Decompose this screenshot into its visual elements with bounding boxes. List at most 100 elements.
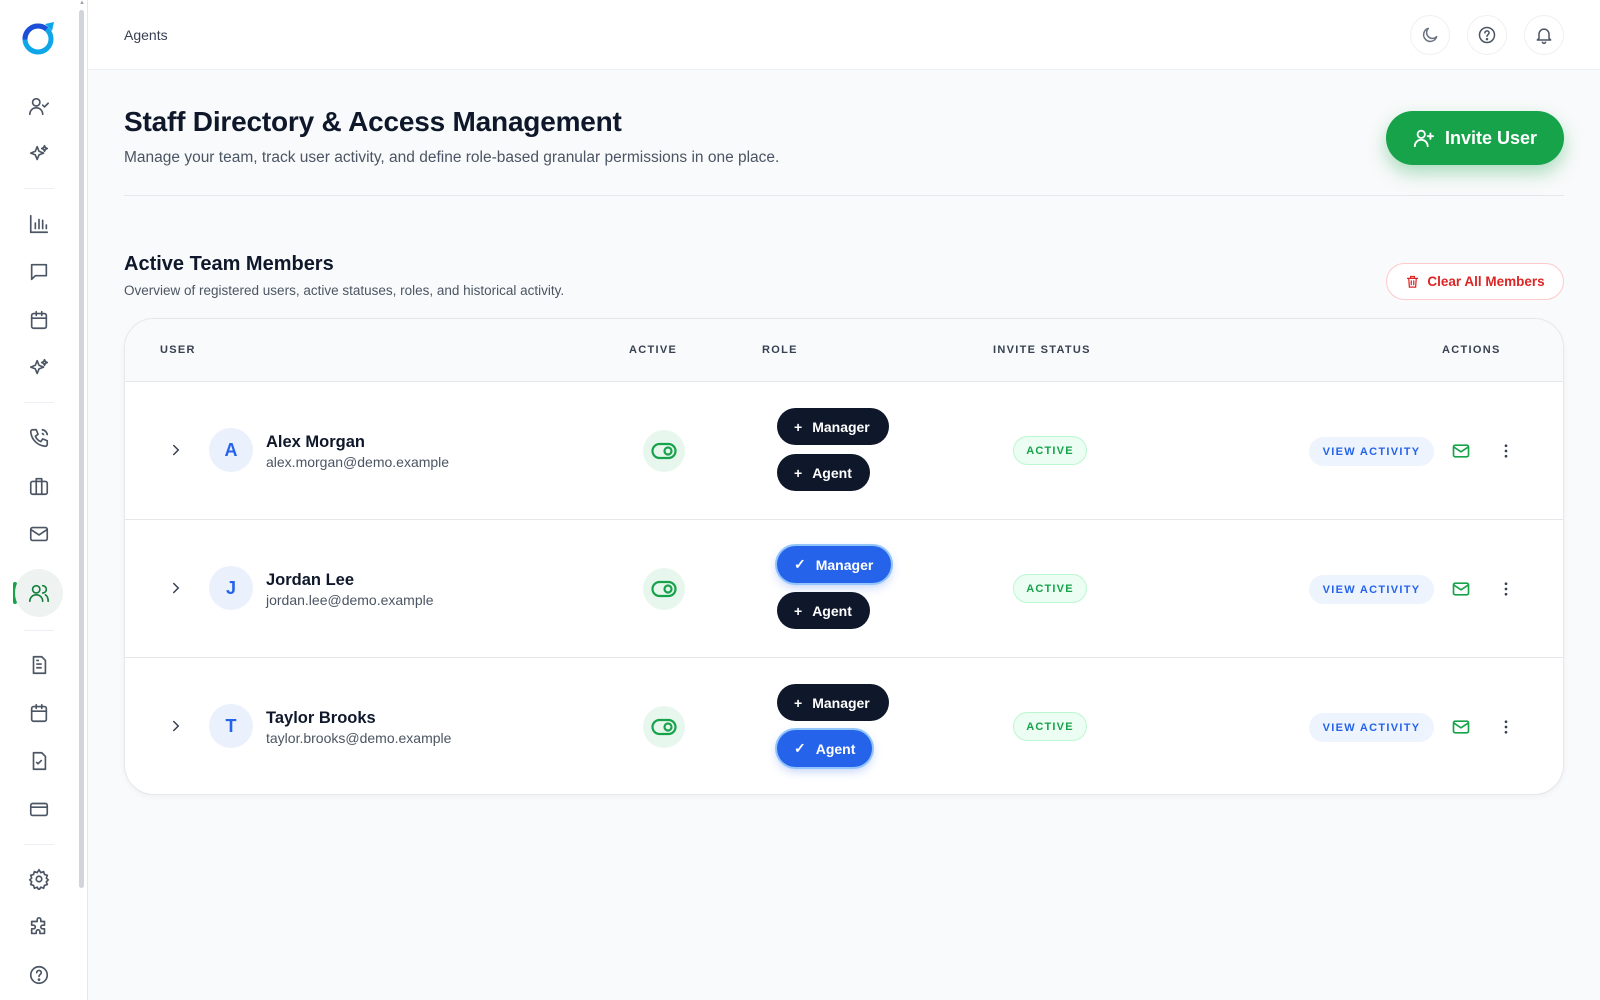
help-icon: [1478, 26, 1496, 44]
app-logo[interactable]: [18, 18, 58, 58]
section-title: Active Team Members: [124, 253, 334, 275]
theme-toggle-button[interactable]: [1410, 15, 1450, 55]
table-row[interactable]: A Alex Morgan alex.morgan@demo.example +…: [125, 382, 1563, 520]
notifications-button[interactable]: [1524, 15, 1564, 55]
trash-icon: [1407, 275, 1419, 288]
column-header-actions: ACTIONS: [1442, 344, 1501, 356]
check-icon: ✓: [794, 556, 806, 572]
status-badge: ACTIVE: [1013, 574, 1087, 603]
user-email: taylor.brooks@demo.example: [266, 730, 452, 746]
section-subtitle: Overview of registered users, active sta…: [124, 283, 565, 298]
active-toggle[interactable]: [643, 568, 685, 610]
clear-all-members-label: Clear All Members: [1427, 274, 1545, 289]
status-badge: ACTIVE: [1013, 712, 1087, 741]
sidebar-item-calendar[interactable]: [15, 296, 63, 344]
sidebar-divider: [24, 402, 54, 403]
role-label: Agent: [812, 464, 852, 481]
document-icon: [32, 655, 47, 675]
toggle-on-icon: [651, 442, 677, 460]
invite-user-button[interactable]: Invite User: [1386, 111, 1564, 165]
sidebar-item-settings[interactable]: [15, 855, 63, 903]
moon-icon: [1422, 27, 1438, 43]
sidebar-divider: [24, 630, 54, 631]
role-label: Manager: [815, 556, 874, 573]
table-row[interactable]: J Jordan Lee jordan.lee@demo.example ✓ Ma…: [125, 520, 1563, 658]
sidebar-item-automation[interactable]: [15, 344, 63, 392]
sidebar-item-analytics[interactable]: [15, 200, 63, 248]
topbar: Agents: [88, 0, 1600, 70]
more-vertical-icon: [1504, 582, 1508, 596]
table-row[interactable]: T Taylor Brooks taylor.brooks@demo.examp…: [125, 658, 1563, 794]
view-activity-button[interactable]: VIEW ACTIVITY: [1309, 575, 1434, 604]
sparkles-icon: [29, 144, 49, 161]
active-toggle[interactable]: [643, 706, 685, 748]
column-header-active: ACTIVE: [629, 344, 678, 356]
sidebar-divider: [24, 844, 54, 845]
sidebar-item-help[interactable]: [15, 951, 63, 999]
avatar: J: [209, 566, 253, 610]
user-name: Taylor Brooks: [266, 709, 376, 727]
expand-row-button[interactable]: [165, 577, 187, 599]
more-options-button[interactable]: [1495, 716, 1517, 738]
avatar: A: [209, 428, 253, 472]
column-header-user: USER: [160, 344, 196, 356]
more-options-button[interactable]: [1495, 440, 1517, 462]
user-check-icon: [29, 97, 49, 116]
expand-row-button[interactable]: [165, 715, 187, 737]
expand-row-button[interactable]: [165, 439, 187, 461]
role-agent-button[interactable]: + Agent: [777, 592, 870, 629]
mail-icon: [1452, 720, 1470, 734]
resend-invite-button[interactable]: [1450, 578, 1472, 600]
plus-icon: +: [794, 694, 803, 711]
sidebar-item-workspace[interactable]: [15, 462, 63, 510]
user-email: alex.morgan@demo.example: [266, 454, 450, 470]
sidebar-divider: [24, 188, 54, 189]
chevron-right-icon: [173, 444, 180, 456]
sidebar-item-users-check[interactable]: [15, 82, 63, 130]
active-toggle[interactable]: [643, 430, 685, 472]
scroll-up-arrow[interactable]: ▲: [79, 0, 85, 6]
resend-invite-button[interactable]: [1450, 716, 1472, 738]
role-manager-button[interactable]: + Manager: [777, 684, 889, 721]
resend-invite-button[interactable]: [1450, 440, 1472, 462]
role-agent-button[interactable]: ✓ Agent: [777, 730, 872, 767]
sidebar-item-tasks[interactable]: [15, 737, 63, 785]
help-button[interactable]: [1467, 15, 1507, 55]
sidebar-item-mail[interactable]: [15, 510, 63, 558]
sidebar-item-integrations[interactable]: [15, 903, 63, 951]
sidebar-item-billing[interactable]: [15, 785, 63, 833]
plus-icon: +: [794, 464, 803, 481]
sidebar-item-calls[interactable]: [15, 414, 63, 462]
sidebar: ▲: [0, 0, 88, 1000]
sidebar-item-documents[interactable]: [15, 641, 63, 689]
more-vertical-icon: [1504, 444, 1508, 458]
role-agent-button[interactable]: + Agent: [777, 454, 870, 491]
settings-icon: [28, 868, 50, 890]
view-activity-button[interactable]: VIEW ACTIVITY: [1309, 437, 1434, 466]
view-activity-button[interactable]: VIEW ACTIVITY: [1309, 713, 1434, 742]
role-manager-button[interactable]: ✓ Manager: [777, 546, 891, 583]
table-header: USER ACTIVE ROLE INVITE STATUS ACTIONS: [125, 319, 1563, 382]
breadcrumb: Agents: [124, 27, 168, 43]
sidebar-item-messages[interactable]: [15, 248, 63, 296]
toggle-on-icon: [651, 718, 677, 736]
status-badge: ACTIVE: [1013, 436, 1087, 465]
role-label: Manager: [812, 418, 870, 435]
clear-all-members-button[interactable]: Clear All Members: [1386, 263, 1564, 300]
credit-card-icon: [29, 802, 49, 817]
more-vertical-icon: [1504, 720, 1508, 734]
role-label: Manager: [812, 694, 870, 711]
role-manager-button[interactable]: + Manager: [777, 408, 889, 445]
check-icon: ✓: [794, 740, 806, 756]
mail-icon: [29, 526, 49, 542]
sidebar-item-team[interactable]: [15, 569, 63, 617]
page-title: Staff Directory & Access Management: [124, 106, 622, 137]
sidebar-item-ai[interactable]: [15, 130, 63, 178]
sidebar-item-schedule[interactable]: [15, 689, 63, 737]
sidebar-scrollbar[interactable]: [79, 10, 84, 888]
user-name: Alex Morgan: [266, 433, 366, 451]
toggle-on-icon: [651, 580, 677, 598]
more-options-button[interactable]: [1495, 578, 1517, 600]
help-icon: [29, 965, 49, 985]
page-subtitle: Manage your team, track user activity, a…: [124, 149, 780, 166]
